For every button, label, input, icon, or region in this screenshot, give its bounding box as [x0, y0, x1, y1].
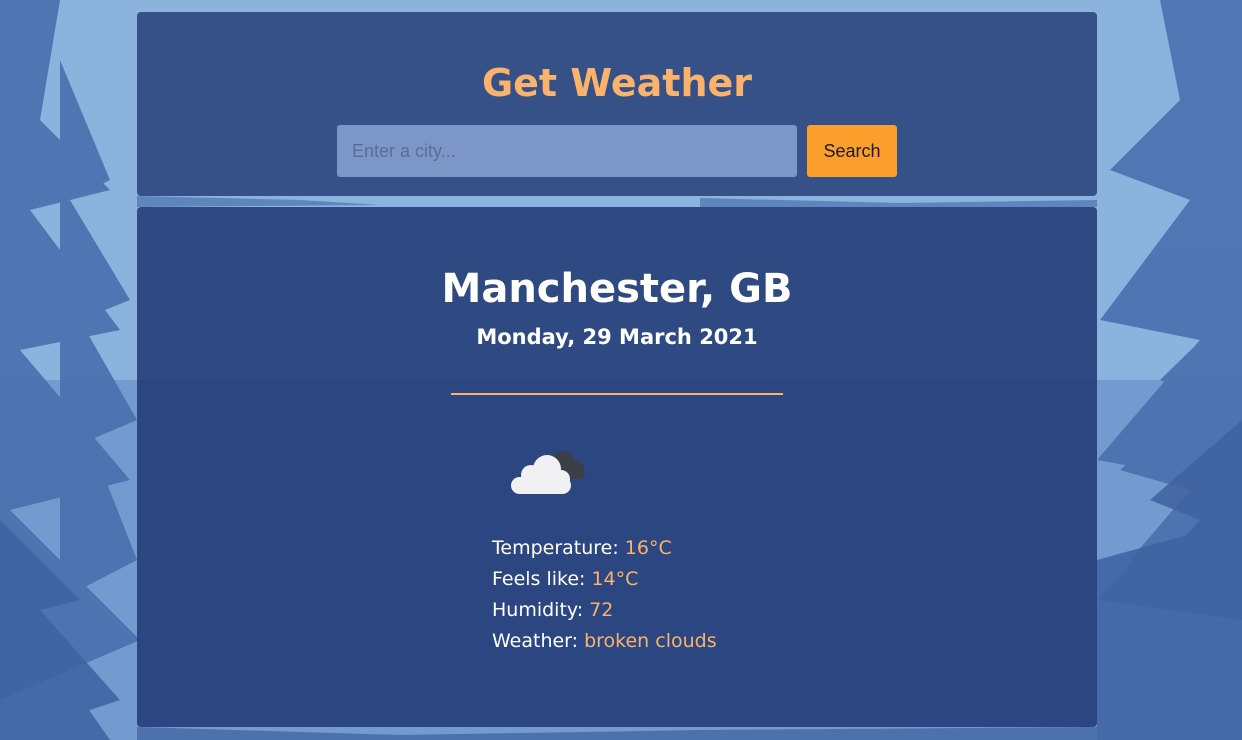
- current-date: Monday, 29 March 2021: [476, 325, 758, 349]
- stat-label: Humidity:: [492, 599, 584, 621]
- weather-stats: Temperature: 16°C Feels like: 14°C Humidit…: [492, 533, 717, 657]
- location-name: Manchester, GB: [441, 266, 793, 312]
- stat-value: 14°C: [591, 568, 639, 590]
- stat-weather: Weather: broken clouds: [492, 626, 717, 657]
- weather-panel: Manchester, GB Monday, 29 March 2021 Tem…: [137, 207, 1097, 727]
- stat-label: Weather:: [492, 630, 579, 652]
- city-search-input[interactable]: [337, 125, 797, 177]
- stat-feels-like: Feels like: 14°C: [492, 564, 717, 595]
- stat-value: 72: [589, 599, 614, 621]
- search-button[interactable]: Search: [807, 125, 897, 177]
- app-title: Get Weather: [481, 61, 753, 105]
- search-panel: Get Weather Search: [137, 12, 1097, 196]
- divider: [451, 393, 783, 395]
- stat-humidity: Humidity: 72: [492, 595, 717, 626]
- stat-value: broken clouds: [584, 630, 717, 652]
- stat-temperature: Temperature: 16°C: [492, 533, 717, 564]
- stat-value: 16°C: [624, 537, 672, 559]
- broken-clouds-icon: [511, 451, 585, 494]
- stat-label: Feels like:: [492, 568, 586, 590]
- stat-label: Temperature:: [492, 537, 619, 559]
